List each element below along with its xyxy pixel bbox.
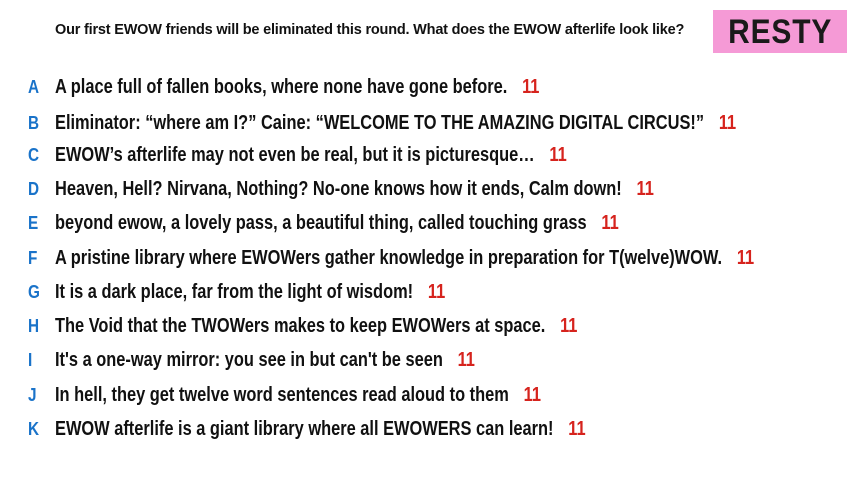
response-letter: A [28,76,40,97]
response-text: Heaven, Hell? Nirvana, Nothing? No-one k… [55,177,622,200]
response-score: 11 [601,211,619,234]
response-score: 11 [718,111,737,134]
response-text: A place full of fallen books, where none… [55,75,508,98]
response-letter: F [28,247,38,268]
response-text: The Void that the TWOWers makes to keep … [55,314,546,337]
response-letter: G [28,281,40,302]
response-score: 11 [568,417,586,440]
response-score: 11 [522,75,540,98]
response-text: A pristine library where EWOWers gather … [55,246,723,269]
response-letter: H [28,315,40,336]
response-letter: C [28,144,40,165]
response-text: Eliminator: “where am I?” Caine: “WELCOM… [55,111,705,134]
response-letter: E [28,212,39,233]
response-list: A A place full of fallen books, where no… [0,0,853,480]
response-letter: D [28,178,40,199]
response-letter: K [28,418,40,439]
response-text: EWOW afterlife is a giant library where … [55,417,554,440]
response-text: EWOW’s afterlife may not even be real, b… [55,143,535,166]
response-score: 11 [560,314,578,337]
response-score: 11 [636,177,654,200]
response-score: 11 [427,280,446,303]
response-score: 11 [523,383,541,406]
response-text: In hell, they get twelve word sentences … [55,383,509,406]
response-text: beyond ewow, a lovely pass, a beautiful … [55,211,587,234]
response-score: 11 [549,143,567,166]
response-letter: B [28,112,40,133]
response-text: It is a dark place, far from the light o… [55,280,414,303]
response-text: It's a one-way mirror: you see in but ca… [55,348,443,371]
response-letter: J [28,384,37,405]
response-letter: I [28,349,33,370]
response-score: 11 [736,246,755,269]
response-score: 11 [457,348,475,371]
